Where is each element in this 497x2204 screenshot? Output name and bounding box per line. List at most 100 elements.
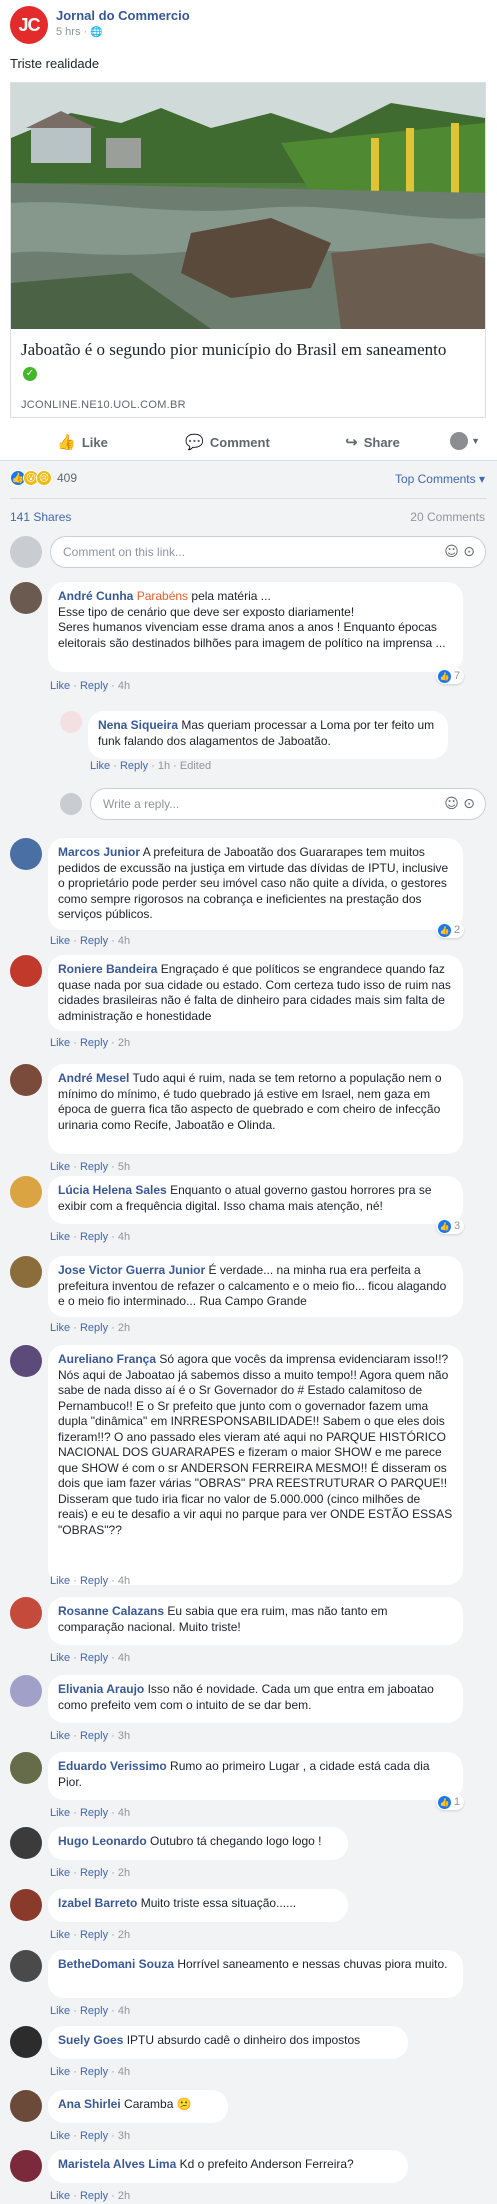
comment-like-link[interactable]: Like [50,2066,70,2078]
comment-like-link[interactable]: Like [50,1161,70,1173]
comment-author[interactable]: Aureliano França [58,1352,156,1366]
sticker-icon[interactable]: ⊙ [463,796,475,812]
link-title[interactable]: Jaboatão é o segundo pior município do B… [21,339,461,383]
comment-like-link[interactable]: Like [50,1231,70,1243]
reaction-count[interactable]: 409 [57,471,77,485]
commenter-avatar[interactable] [10,1256,42,1288]
share-button[interactable]: ↪ Share [300,433,445,451]
comment-time[interactable]: 2h [118,1037,130,1049]
commenter-avatar[interactable] [10,838,42,870]
comment-time[interactable]: 2h [118,1867,130,1879]
comment-author[interactable]: Rosanne Calazans [58,1604,164,1618]
comment-reply-link[interactable]: Reply [80,935,108,947]
comment-like-link[interactable]: Like [50,1652,70,1664]
like-button[interactable]: 👍 Like [10,433,155,451]
comment-like-link[interactable]: Like [50,1575,70,1587]
comment-time[interactable]: 4h [118,680,130,692]
comment-author[interactable]: Elivania Araujo [58,1682,144,1696]
comment-time[interactable]: 1h [158,760,170,772]
comment-time[interactable]: 2h [118,2190,130,2202]
comment-like-count[interactable]: 👍 1 [436,1794,465,1810]
comment-time[interactable]: 2h [118,1929,130,1941]
link-preview-image[interactable] [11,83,485,329]
link-preview-card[interactable]: Jaboatão é o segundo pior município do B… [10,82,486,418]
comment-author[interactable]: André Cunha [58,589,133,603]
commenter-avatar[interactable] [10,582,42,614]
commenter-avatar[interactable] [10,1064,42,1096]
comment-author[interactable]: BetheDomani Souza [58,1957,174,1971]
comment-time[interactable]: 4h [118,1807,130,1819]
comment-like-link[interactable]: Like [50,2190,70,2202]
comment-time[interactable]: 4h [118,2005,130,2017]
comment-reply-link[interactable]: Reply [80,2130,108,2142]
comment-reply-link[interactable]: Reply [80,2005,108,2017]
comment-reply-link[interactable]: Reply [80,1322,108,1334]
comment-like-link[interactable]: Like [50,1929,70,1941]
comment-like-link[interactable]: Like [50,680,70,692]
comment-edited[interactable]: Edited [180,760,211,772]
emoji-icon[interactable]: ☺ [444,796,459,812]
commenter-avatar[interactable] [10,955,42,987]
comment-reply-link[interactable]: Reply [80,1867,108,1879]
comments-count[interactable]: 20 Comments [410,510,485,524]
commenter-avatar[interactable] [10,2150,42,2182]
comment-reply-link[interactable]: Reply [80,2190,108,2202]
comment-like-link[interactable]: Like [50,935,70,947]
commenter-avatar[interactable] [10,1889,42,1921]
comment-author[interactable]: Maristela Alves Lima [58,2157,176,2171]
comment-reply-link[interactable]: Reply [80,1652,108,1664]
comment-reply-link[interactable]: Reply [120,760,148,772]
comment-author[interactable]: Marcos Junior [58,845,140,859]
comment-author[interactable]: Nena Siqueira [98,718,178,732]
commenter-avatar[interactable] [10,1752,42,1784]
comment-like-count[interactable]: 👍 2 [436,922,465,938]
commenter-avatar[interactable] [10,1827,42,1859]
commenter-avatar[interactable] [10,1345,42,1377]
timestamp[interactable]: 5 hrs · [56,26,90,38]
page-logo[interactable]: JC [10,6,48,44]
comment-reply-link[interactable]: Reply [80,2066,108,2078]
comment-reply-link[interactable]: Reply [80,680,108,692]
comment-reply-link[interactable]: Reply [80,1575,108,1587]
page-name[interactable]: Jornal do Commercio [56,8,190,23]
comment-author[interactable]: Eduardo Verissimo [58,1759,167,1773]
comment-reply-link[interactable]: Reply [80,1929,108,1941]
comment-author[interactable]: Jose Victor Guerra Junior [58,1263,205,1277]
link-title-text[interactable]: Jaboatão é o segundo pior município do B… [21,340,446,359]
commenter-avatar[interactable] [10,1597,42,1629]
reactions-summary[interactable]: 👍 😮 😢 409 [10,470,77,486]
comment-reply-link[interactable]: Reply [80,1231,108,1243]
comment-author[interactable]: Suely Goes [58,2033,123,2047]
comment-like-count[interactable]: 👍 7 [436,668,465,684]
comment-author[interactable]: Roniere Bandeira [58,962,157,976]
comment-reply-link[interactable]: Reply [80,1807,108,1819]
sticker-icon[interactable]: ⊙ [463,544,475,560]
commenter-avatar[interactable] [10,1176,42,1208]
shares-count[interactable]: 141 Shares [10,510,71,524]
comment-time[interactable]: 4h [118,1652,130,1664]
comment-time[interactable]: 4h [118,1575,130,1587]
commenter-avatar[interactable] [10,2026,42,2058]
comment-author[interactable]: Ana Shirlei [58,2097,121,2111]
comment-button[interactable]: 💬 Comment [155,433,300,451]
comment-reply-link[interactable]: Reply [80,1037,108,1049]
comment-like-link[interactable]: Like [90,760,110,772]
comment-reply-link[interactable]: Reply [80,1730,108,1742]
comment-author[interactable]: Lúcia Helena Sales [58,1183,167,1197]
comment-author[interactable]: Hugo Leonardo [58,1834,147,1848]
comment-like-link[interactable]: Like [50,1730,70,1742]
commenter-avatar[interactable] [10,2090,42,2122]
top-comments-dropdown[interactable]: Top Comments ▾ [395,472,485,486]
comment-input[interactable]: Comment on this link... ☺ ⊙ [50,536,486,568]
commenter-avatar[interactable] [60,711,82,733]
comment-time[interactable]: 5h [118,1161,130,1173]
reply-input[interactable]: Write a reply... ☺ ⊙ [90,788,486,820]
comment-like-link[interactable]: Like [50,1867,70,1879]
emoji-icon[interactable]: ☺ [444,544,459,560]
comment-time[interactable]: 4h [118,1231,130,1243]
comment-author[interactable]: André Mesel [58,1071,129,1085]
comment-like-link[interactable]: Like [50,1807,70,1819]
comment-time[interactable]: 4h [118,2066,130,2078]
commenter-avatar[interactable] [10,1675,42,1707]
comment-author[interactable]: Izabel Barreto [58,1896,137,1910]
